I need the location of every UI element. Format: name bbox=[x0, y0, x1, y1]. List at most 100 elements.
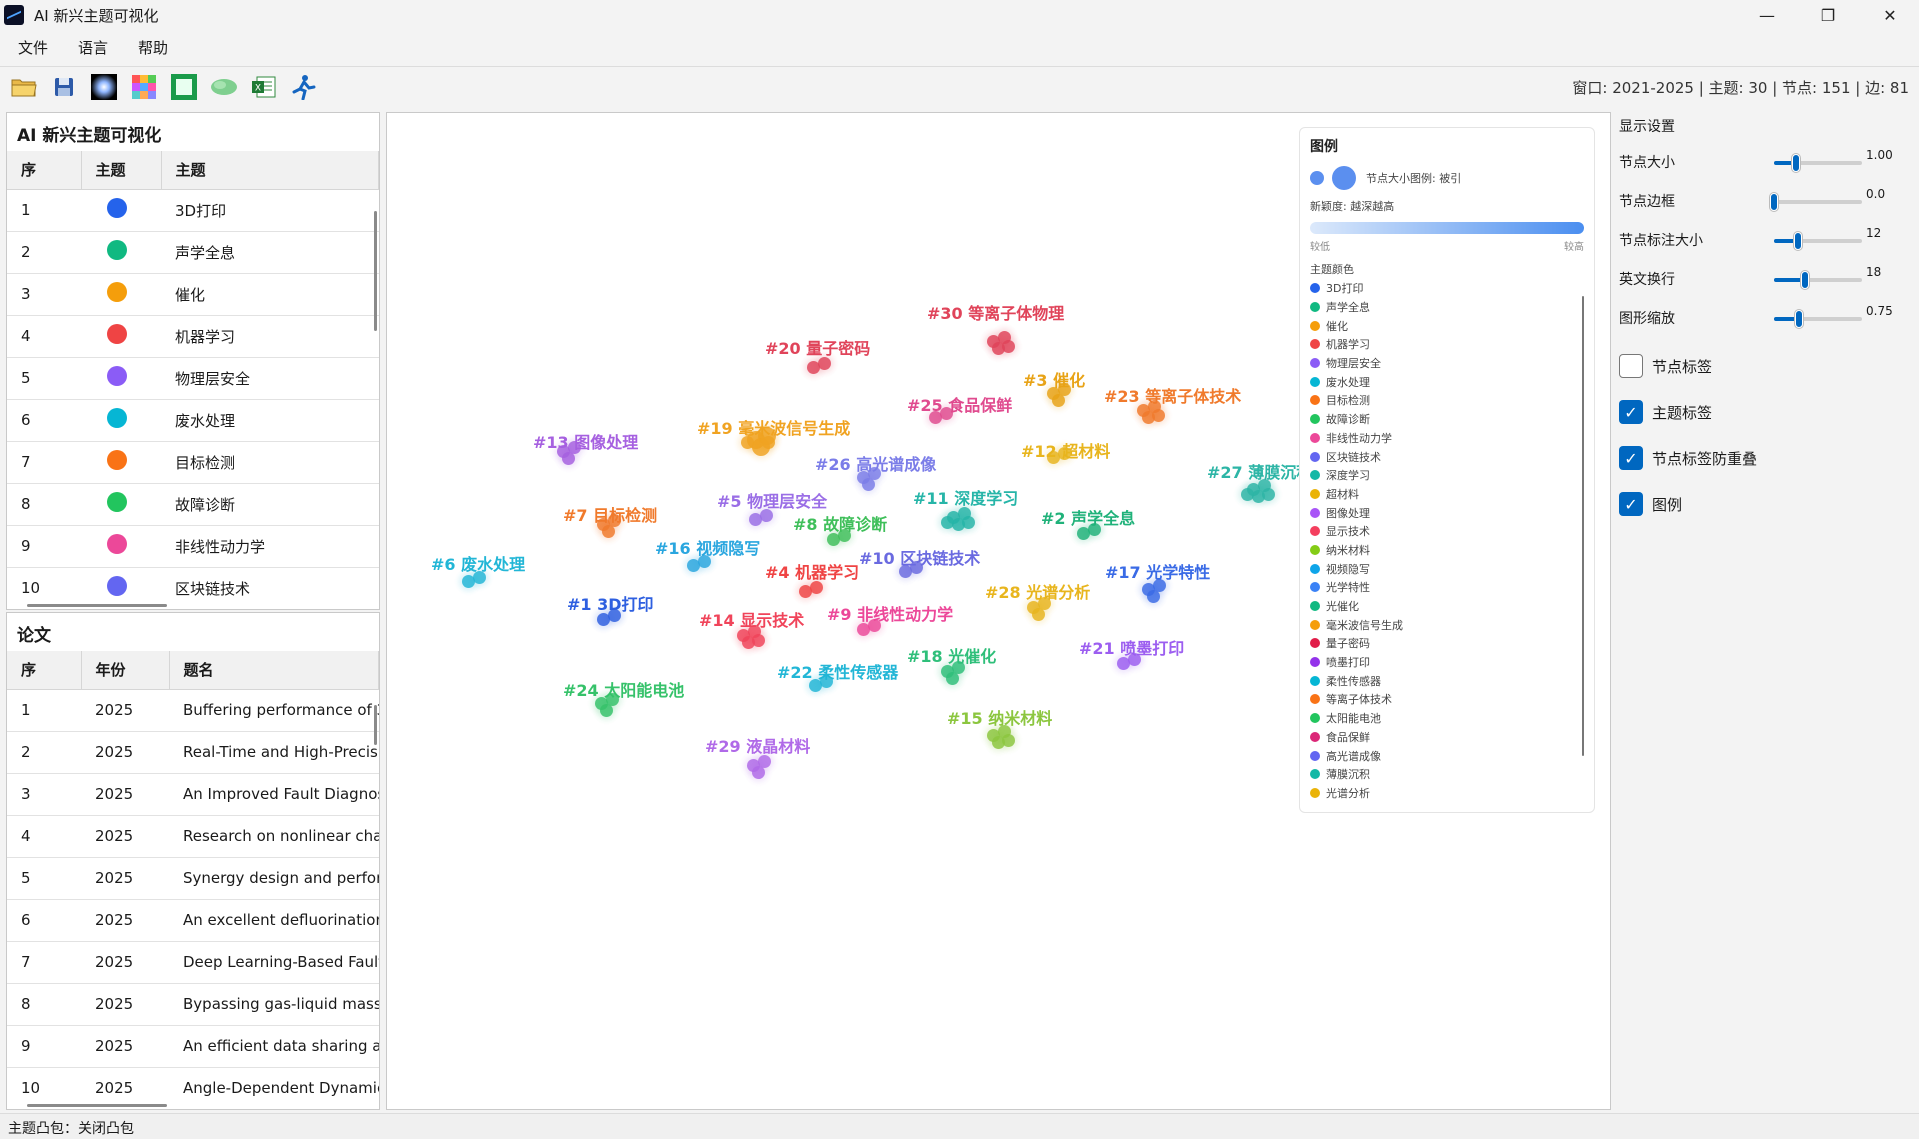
graph-node[interactable] bbox=[762, 436, 775, 449]
topic-label[interactable]: #20 量子密码 bbox=[765, 335, 870, 359]
topic-label[interactable]: #29 液晶材料 bbox=[705, 733, 810, 757]
topic-label[interactable]: #28 光谱分析 bbox=[985, 579, 1090, 603]
topic-label[interactable]: #25 食品保鲜 bbox=[907, 392, 1012, 416]
menu-language[interactable]: 语言 bbox=[60, 37, 120, 58]
graph-node[interactable] bbox=[1262, 488, 1275, 501]
topic-label[interactable]: #24 太阳能电池 bbox=[563, 677, 684, 701]
slider-thumb[interactable] bbox=[1794, 310, 1803, 328]
graph-node[interactable] bbox=[473, 571, 486, 584]
graph-node[interactable] bbox=[940, 407, 953, 420]
setting-slider[interactable] bbox=[1774, 154, 1862, 172]
paper-row[interactable]: 7 2025 Deep Learning-Based Fault bbox=[7, 941, 379, 984]
setting-checkbox-label[interactable]: 节点标签 bbox=[1652, 356, 1712, 377]
graph-node[interactable] bbox=[1088, 523, 1101, 536]
setting-checkbox[interactable]: ✓ bbox=[1619, 400, 1643, 424]
graph-node[interactable] bbox=[760, 509, 773, 522]
graph-node[interactable] bbox=[1032, 608, 1045, 621]
topic-row[interactable]: 3 催化 bbox=[7, 273, 379, 316]
topic-row[interactable]: 2 声学全息 bbox=[7, 231, 379, 274]
graph-node[interactable] bbox=[1128, 653, 1141, 666]
graph-node[interactable] bbox=[741, 436, 754, 449]
glow-icon[interactable] bbox=[90, 73, 118, 101]
maximize-button[interactable]: ❐ bbox=[1800, 0, 1856, 30]
slider-thumb[interactable] bbox=[1770, 193, 1778, 211]
topics-vertical-scrollbar[interactable] bbox=[374, 211, 377, 331]
frame-icon[interactable] bbox=[170, 73, 198, 101]
graph-node[interactable] bbox=[752, 634, 765, 647]
papers-col-index[interactable]: 序 bbox=[7, 651, 82, 690]
topic-label[interactable]: #5 物理层安全 bbox=[717, 488, 827, 512]
setting-checkbox-label[interactable]: 图例 bbox=[1652, 494, 1682, 515]
setting-checkbox-label[interactable]: 节点标签防重叠 bbox=[1652, 448, 1757, 469]
graph-node[interactable] bbox=[600, 704, 613, 717]
run-icon[interactable] bbox=[290, 73, 318, 101]
papers-horizontal-scrollbar[interactable] bbox=[27, 1104, 167, 1107]
graph-node[interactable] bbox=[862, 478, 875, 491]
export-excel-icon[interactable]: X bbox=[250, 73, 278, 101]
topic-row[interactable]: 5 物理层安全 bbox=[7, 357, 379, 400]
slider-thumb[interactable] bbox=[1800, 271, 1809, 289]
topics-col-color[interactable]: 主题 bbox=[81, 151, 162, 190]
graph-node[interactable] bbox=[941, 516, 954, 529]
paper-row[interactable]: 6 2025 An excellent defluorination r bbox=[7, 899, 379, 942]
paper-row[interactable]: 8 2025 Bypassing gas-liquid mass t bbox=[7, 983, 379, 1026]
menu-file[interactable]: 文件 bbox=[0, 37, 60, 58]
setting-slider[interactable] bbox=[1770, 193, 1862, 211]
topic-label[interactable]: #18 光催化 bbox=[907, 643, 996, 667]
slider-thumb[interactable] bbox=[1792, 154, 1800, 172]
close-button[interactable]: ✕ bbox=[1862, 0, 1918, 30]
topic-row[interactable]: 1 3D打印 bbox=[7, 189, 379, 232]
setting-slider[interactable] bbox=[1774, 310, 1862, 328]
graph-node[interactable] bbox=[752, 766, 765, 779]
paper-row[interactable]: 4 2025 Research on nonlinear chara bbox=[7, 815, 379, 858]
paper-row[interactable]: 1 2025 Buffering performance of 3D bbox=[7, 689, 379, 732]
paper-row[interactable]: 92025An efficient data sharing and bbox=[7, 1025, 379, 1068]
setting-checkbox[interactable] bbox=[1619, 354, 1643, 378]
setting-checkbox[interactable]: ✓ bbox=[1619, 446, 1643, 470]
topic-label[interactable]: #11 深度学习 bbox=[913, 485, 1018, 509]
topic-row[interactable]: 4 机器学习 bbox=[7, 315, 379, 358]
setting-slider[interactable] bbox=[1774, 271, 1862, 289]
graph-node[interactable] bbox=[1002, 340, 1015, 353]
papers-col-title[interactable]: 题名 bbox=[169, 651, 379, 690]
graph-node[interactable] bbox=[946, 672, 959, 685]
graph-node[interactable] bbox=[1147, 590, 1160, 603]
topic-row[interactable]: 6 废水处理 bbox=[7, 399, 379, 442]
graph-canvas[interactable]: #30 等离子体物理 #20 量子密码 #3 催化 #23 等离子体技术 #25 食品保… bbox=[386, 112, 1611, 1110]
graph-node[interactable] bbox=[838, 529, 851, 542]
blob-icon[interactable] bbox=[210, 73, 238, 101]
graph-node[interactable] bbox=[602, 525, 615, 538]
graph-node[interactable] bbox=[868, 619, 881, 632]
topics-col-index[interactable]: 序 bbox=[7, 151, 82, 190]
graph-node[interactable] bbox=[1058, 447, 1071, 460]
slider-thumb[interactable] bbox=[1793, 232, 1802, 250]
minimize-button[interactable]: — bbox=[1739, 0, 1795, 30]
topic-label[interactable]: #23 等离子体技术 bbox=[1104, 383, 1241, 407]
graph-node[interactable] bbox=[698, 555, 711, 568]
setting-slider[interactable] bbox=[1774, 232, 1862, 250]
topic-row[interactable]: 7 目标检测 bbox=[7, 441, 379, 484]
graph-node[interactable] bbox=[810, 581, 823, 594]
palette-icon[interactable] bbox=[130, 73, 158, 101]
graph-node[interactable] bbox=[562, 452, 575, 465]
open-folder-icon[interactable] bbox=[10, 73, 38, 101]
menu-help[interactable]: 帮助 bbox=[120, 37, 180, 58]
setting-checkbox-label[interactable]: 主题标签 bbox=[1652, 402, 1712, 423]
graph-node[interactable] bbox=[1002, 734, 1015, 747]
paper-row[interactable]: 22025Real-Time and High-Precision bbox=[7, 731, 379, 774]
graph-node[interactable] bbox=[818, 357, 831, 370]
topic-row[interactable]: 10 区块链技术 bbox=[7, 567, 379, 609]
topics-col-name[interactable]: 主题 bbox=[161, 151, 379, 190]
topic-label[interactable]: #9 非线性动力学 bbox=[827, 601, 953, 625]
legend-scrollbar[interactable] bbox=[1582, 296, 1584, 756]
graph-node[interactable] bbox=[910, 561, 923, 574]
graph-node[interactable] bbox=[1052, 394, 1065, 407]
graph-node[interactable] bbox=[820, 675, 833, 688]
paper-row[interactable]: 10 2025 Angle-Dependent Dynamic bbox=[7, 1067, 379, 1109]
paper-row[interactable]: 3 2025 An Improved Fault Diagnosis bbox=[7, 773, 379, 816]
topic-label[interactable]: #30 等离子体物理 bbox=[927, 300, 1064, 324]
topic-label[interactable]: #13 图像处理 bbox=[533, 429, 638, 453]
graph-node[interactable] bbox=[1152, 409, 1165, 422]
topics-horizontal-scrollbar[interactable] bbox=[27, 604, 167, 607]
graph-node[interactable] bbox=[608, 609, 621, 622]
